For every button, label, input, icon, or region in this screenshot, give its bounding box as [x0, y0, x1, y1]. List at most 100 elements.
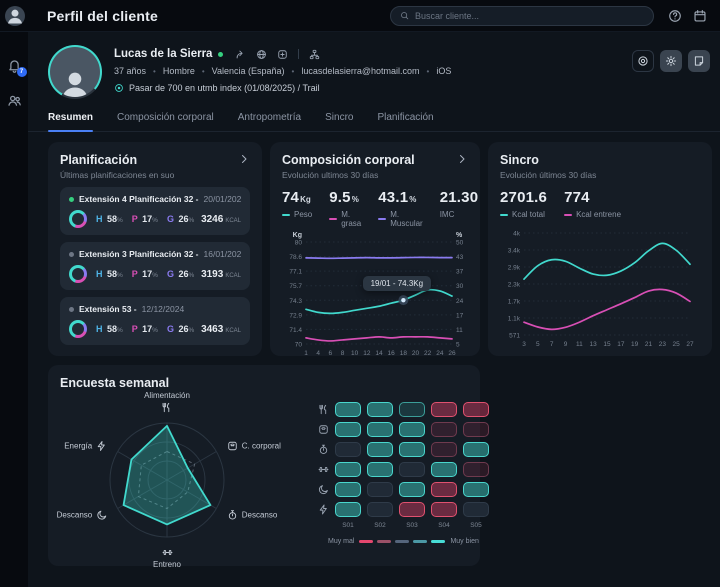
tab-antropometria[interactable]: Antropometría — [238, 112, 301, 131]
planning-item[interactable]: Extensión 53 - 12/12/2024 H 58% P 17% G … — [60, 297, 250, 345]
svg-text:11: 11 — [456, 327, 463, 334]
user-avatar[interactable] — [5, 6, 25, 26]
client-meta-item: Hombre — [163, 66, 195, 76]
svg-text:20: 20 — [412, 350, 420, 357]
sidebar: 7 — [0, 32, 28, 587]
calendar-button[interactable] — [693, 9, 707, 23]
macro-donut-icon — [69, 210, 87, 228]
integrations-button[interactable] — [660, 50, 682, 72]
metrics-button[interactable] — [632, 50, 654, 72]
chevron-right-icon[interactable] — [238, 153, 250, 165]
radar-axis-label: Descanso — [242, 510, 278, 519]
search-input[interactable] — [415, 11, 644, 21]
survey-cell — [367, 482, 393, 497]
target-icon — [114, 83, 124, 93]
svg-text:12: 12 — [363, 350, 371, 357]
stat-muscular: 43.1% M. Muscular — [378, 189, 422, 228]
weekly-survey-radar: AlimentaciónC. corporalDescansoEntrenoDe… — [60, 392, 312, 560]
share-arrow-icon[interactable] — [235, 49, 246, 60]
stopwatch-icon — [227, 509, 238, 520]
client-header: Lucas de la Sierra 37 años•Hombre•Valenc… — [28, 32, 720, 99]
kcal-unit: KCAL — [225, 273, 241, 279]
svg-text:75.7: 75.7 — [289, 283, 302, 290]
clients-button[interactable] — [7, 93, 22, 108]
svg-text:43: 43 — [456, 254, 464, 261]
radar-axis-label: Energía — [64, 441, 92, 450]
percent-sign: % — [152, 272, 158, 279]
svg-text:50: 50 — [456, 240, 464, 247]
legend-color-swatch — [395, 540, 409, 543]
carbs-value: 58 — [107, 269, 117, 279]
card-subtitle: Evolución ultimos 30 días — [282, 170, 468, 180]
stat-unit: % — [409, 195, 416, 204]
client-avatar-ring — [48, 45, 102, 99]
radar-axis-bottom-3: Entreno — [153, 547, 181, 569]
health-plus-icon[interactable] — [277, 49, 288, 60]
chevron-right-icon[interactable] — [456, 153, 468, 165]
stat-value: 2701.6 — [500, 189, 547, 206]
week-label: S05 — [463, 522, 489, 529]
fat-value: 26 — [178, 269, 188, 279]
radar-axis-top-0: Alimentación — [144, 391, 190, 413]
client-avatar[interactable] — [50, 47, 100, 97]
svg-text:17: 17 — [456, 312, 464, 319]
chart-tooltip: 19/01 - 74.3Kg — [363, 276, 431, 291]
svg-text:5: 5 — [456, 342, 460, 349]
help-button[interactable] — [668, 9, 682, 23]
globe-icon[interactable] — [256, 49, 267, 60]
kcal-unit: KCAL — [225, 328, 241, 334]
tab-sincro[interactable]: Sincro — [325, 112, 353, 131]
svg-text:2.9k: 2.9k — [508, 265, 521, 272]
survey-cell — [431, 462, 457, 477]
svg-text:2.3k: 2.3k — [508, 282, 521, 289]
fat-label: G — [167, 214, 177, 224]
client-meta: 37 años•Hombre•Valencia (España)•lucasde… — [114, 66, 632, 76]
carbs-label: H — [96, 324, 105, 334]
percent-sign: % — [188, 327, 194, 334]
svg-text:27: 27 — [686, 341, 694, 348]
notifications-button[interactable]: 7 — [7, 58, 22, 73]
card-subtitle: Evolución últimos 30 días — [500, 170, 700, 180]
survey-row — [318, 482, 489, 497]
card-title: Planificación — [60, 153, 137, 167]
client-search[interactable] — [390, 6, 654, 26]
survey-cell — [335, 442, 361, 457]
tab-planificacion[interactable]: Planificación — [377, 112, 433, 131]
heatmap-week-labels: S01S02S03S04S05 — [335, 522, 489, 529]
percent-sign: % — [152, 217, 158, 224]
sync-card: Sincro Evolución últimos 30 días 2701.6 … — [488, 142, 712, 356]
svg-text:78.6: 78.6 — [289, 254, 302, 261]
client-goal: Pasar de 700 en utmb index (01/08/2025) … — [114, 83, 632, 93]
hierarchy-icon[interactable] — [309, 49, 320, 60]
body-scale-icon — [318, 424, 329, 435]
svg-text:71.4: 71.4 — [289, 327, 302, 334]
lightning-icon — [96, 440, 107, 451]
percent-sign: % — [152, 327, 158, 334]
notes-button[interactable] — [688, 50, 710, 72]
sync-evolution-chart: 4k3.4k2.9k2.3k1.7k1.1k571357911131517192… — [500, 221, 700, 349]
series-color-dash — [564, 214, 572, 216]
planning-card: Planificación Últimas planificaciones en… — [48, 142, 262, 356]
tab-composicion-corporal[interactable]: Composición corporal — [117, 112, 214, 131]
series-color-dash — [282, 214, 290, 216]
svg-text:77.1: 77.1 — [289, 269, 302, 276]
plan-date: 20/01/2025 — [204, 194, 241, 204]
planning-list: Extensión 4 Planificación 32 - 20/01/202… — [60, 187, 250, 345]
plan-name: Extensión 3 Planificación 32 - — [79, 249, 199, 259]
page-title: Perfil del cliente — [47, 8, 158, 24]
dumbbell-icon — [162, 547, 173, 558]
series-color-dash — [500, 214, 508, 216]
plan-name: Extensión 53 - — [79, 304, 137, 314]
svg-text:11: 11 — [576, 341, 583, 348]
planning-item[interactable]: Extensión 4 Planificación 32 - 20/01/202… — [60, 187, 250, 235]
radar-axis-left-5: Energía — [64, 440, 107, 451]
kcal-value: 3246 — [201, 214, 223, 225]
main-content: Lucas de la Sierra 37 años•Hombre•Valenc… — [28, 32, 720, 587]
plan-date: 12/12/2024 — [142, 304, 185, 314]
client-meta-item: iOS — [436, 66, 451, 76]
survey-cell — [367, 442, 393, 457]
plan-name: Extensión 4 Planificación 32 - — [79, 194, 199, 204]
svg-text:14: 14 — [375, 350, 383, 357]
planning-item[interactable]: Extensión 3 Planificación 32 - 16/01/202… — [60, 242, 250, 290]
tab-resumen[interactable]: Resumen — [48, 112, 93, 131]
